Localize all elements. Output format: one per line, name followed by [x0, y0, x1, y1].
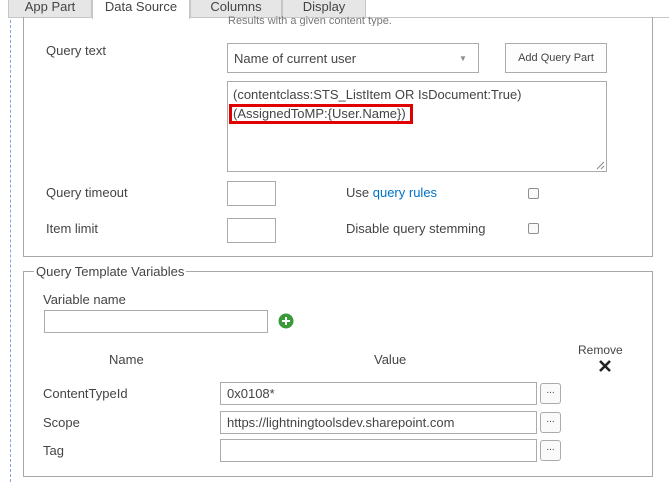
query-line-2: (AssignedToMP:{User.Name}) [233, 106, 406, 121]
use-query-rules-checkbox[interactable] [528, 188, 539, 199]
variable-row-value-scope[interactable]: https://lightningtoolsdev.sharepoint.com [220, 411, 537, 434]
variable-row-value-contenttypeid[interactable]: 0x0108* [220, 382, 537, 405]
disable-stemming-checkbox[interactable] [528, 223, 539, 234]
query-line-1: (contentclass:STS_ListItem OR IsDocument… [233, 87, 522, 102]
variable-name-input[interactable] [44, 310, 268, 333]
variable-row-ellipsis-button-scope[interactable]: ... [540, 412, 561, 433]
column-header-remove: Remove [578, 343, 623, 357]
item-limit-label: Item limit [46, 221, 98, 236]
column-header-name: Name [109, 352, 144, 367]
query-timeout-label: Query timeout [46, 185, 128, 200]
disable-stemming-label: Disable query stemming [346, 221, 486, 236]
use-query-rules-label: Use query rules [346, 185, 437, 200]
use-prefix: Use [346, 185, 373, 200]
query-template-variables-panel: Query Template Variables Variable name N… [23, 264, 653, 477]
resize-grip-icon[interactable] [596, 161, 605, 170]
add-query-part-button[interactable]: Add Query Part [505, 43, 607, 73]
variable-row-name-contenttypeid: ContentTypeId [43, 386, 128, 401]
cut-off-description: Results with a given content type. [228, 16, 392, 26]
item-limit-input[interactable] [227, 218, 276, 243]
page-edge-dashed-line [10, 0, 11, 482]
query-settings-panel: Results with a given content type. Query… [23, 16, 653, 257]
variable-row-name-scope: Scope [43, 415, 80, 430]
plus-circle-icon[interactable] [278, 313, 294, 329]
variables-panel-legend: Query Template Variables [34, 264, 187, 279]
variable-row-name-tag: Tag [43, 443, 64, 458]
query-timeout-input[interactable] [227, 181, 276, 206]
query-text-label: Query text [46, 43, 106, 58]
query-part-select-value: Name of current user [234, 51, 357, 66]
query-rules-link[interactable]: query rules [373, 185, 437, 200]
x-icon[interactable] [598, 359, 612, 373]
chevron-down-icon: ▼ [459, 53, 467, 63]
tab-app-part[interactable]: App Part [8, 0, 92, 18]
query-part-select[interactable]: Name of current user ▼ [227, 43, 479, 73]
variable-row-value-tag[interactable] [220, 439, 537, 462]
query-text-area[interactable]: (contentclass:STS_ListItem OR IsDocument… [227, 81, 607, 172]
variable-row-ellipsis-button-tag[interactable]: ... [540, 440, 561, 461]
column-header-value: Value [374, 352, 407, 367]
variable-row-ellipsis-button-contenttypeid[interactable]: ... [540, 383, 561, 404]
variable-name-label: Variable name [43, 292, 126, 307]
